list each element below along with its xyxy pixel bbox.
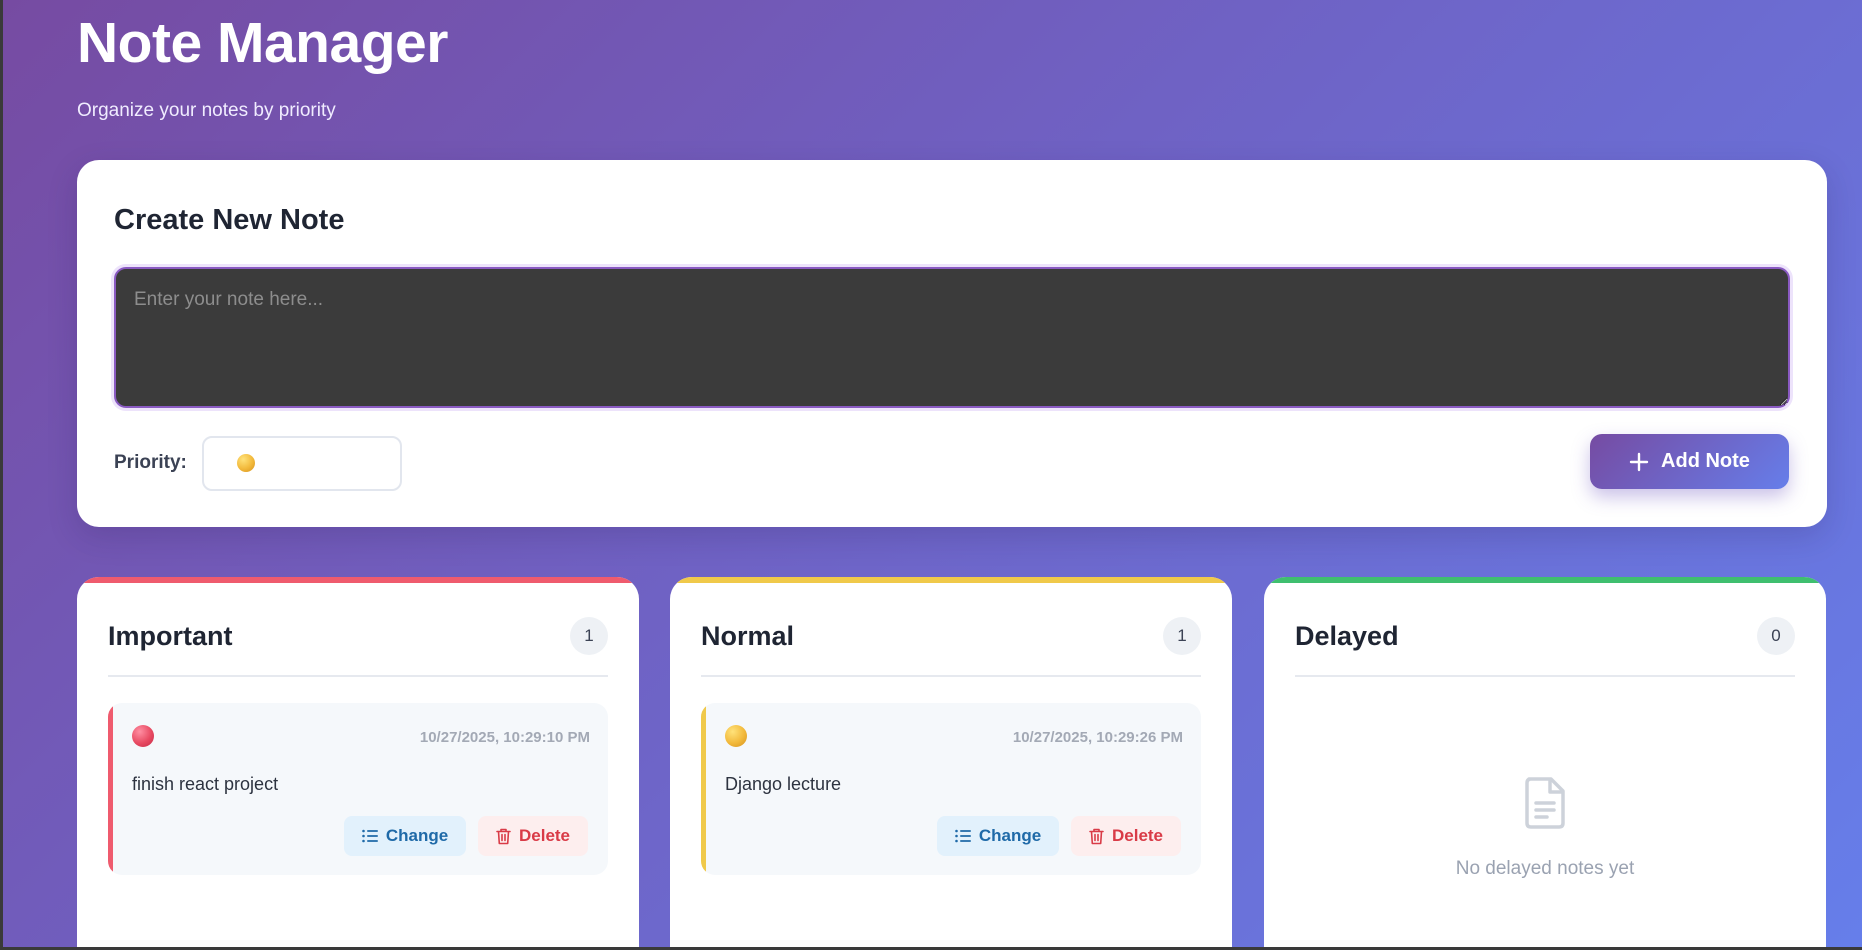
page-header: Note Manager Organize your notes by prio… xyxy=(77,10,448,122)
create-note-title: Create New Note xyxy=(114,204,345,236)
change-label: Change xyxy=(385,826,449,845)
column-accent xyxy=(77,577,639,583)
note-priority-bar xyxy=(108,703,113,875)
column-delayed: Delayed 0 No delayed notes yet xyxy=(1264,577,1826,947)
empty-state: No delayed notes yet xyxy=(1264,777,1826,880)
red-dot-icon xyxy=(132,725,154,747)
document-icon xyxy=(1525,777,1565,829)
column-title: Important xyxy=(108,621,233,651)
count-badge: 1 xyxy=(570,617,608,655)
add-note-label: Add Note xyxy=(1661,450,1750,472)
page-subtitle: Organize your notes by priority xyxy=(77,100,336,121)
delete-label: Delete xyxy=(518,826,571,845)
priority-label: Priority: xyxy=(114,452,187,473)
note-priority-bar xyxy=(701,703,706,875)
note-timestamp: 10/27/2025, 10:29:26 PM xyxy=(1012,729,1183,746)
trash-icon xyxy=(496,828,511,844)
column-title: Delayed xyxy=(1295,621,1399,651)
create-note-card: Create New Note Priority: Add Note xyxy=(77,160,1827,527)
column-header: Normal 1 xyxy=(701,617,1201,677)
plus-icon xyxy=(1629,452,1649,471)
column-accent xyxy=(670,577,1232,583)
priority-select[interactable] xyxy=(201,435,402,491)
column-title: Normal xyxy=(701,621,795,651)
note-input[interactable] xyxy=(114,267,1790,408)
column-accent xyxy=(1264,577,1826,583)
column-normal: Normal 1 10/27/2025, 10:29:26 PM Django … xyxy=(670,577,1232,947)
note-actions: Change Delete xyxy=(937,816,1181,856)
delete-label: Delete xyxy=(1111,826,1164,845)
column-important: Important 1 10/27/2025, 10:29:10 PM fini… xyxy=(77,577,639,947)
note-actions: Change Delete xyxy=(344,816,588,856)
change-button[interactable]: Change xyxy=(937,816,1059,856)
change-button[interactable]: Change xyxy=(344,816,466,856)
trash-icon xyxy=(1089,828,1104,844)
column-header: Important 1 xyxy=(108,617,608,677)
note-card: 10/27/2025, 10:29:10 PM finish react pro… xyxy=(108,703,608,875)
priority-row: Priority: xyxy=(114,435,402,491)
count-badge: 1 xyxy=(1163,617,1201,655)
delete-button[interactable]: Delete xyxy=(1071,816,1181,856)
change-label: Change xyxy=(978,826,1042,845)
note-timestamp: 10/27/2025, 10:29:10 PM xyxy=(419,729,590,746)
column-header: Delayed 0 xyxy=(1295,617,1795,677)
list-icon xyxy=(362,829,378,843)
add-note-button[interactable]: Add Note xyxy=(1590,434,1789,489)
list-icon xyxy=(955,829,971,843)
delete-button[interactable]: Delete xyxy=(478,816,588,856)
count-badge: 0 xyxy=(1757,617,1795,655)
note-text: Django lecture xyxy=(725,774,842,794)
note-text: finish react project xyxy=(132,774,279,794)
app-background: Note Manager Organize your notes by prio… xyxy=(0,0,1862,947)
empty-state-text: No delayed notes yet xyxy=(1455,858,1635,879)
page-title: Note Manager xyxy=(77,11,448,75)
note-card: 10/27/2025, 10:29:26 PM Django lecture C… xyxy=(701,703,1201,875)
yellow-dot-icon xyxy=(725,725,747,747)
yellow-dot-icon xyxy=(236,454,255,472)
